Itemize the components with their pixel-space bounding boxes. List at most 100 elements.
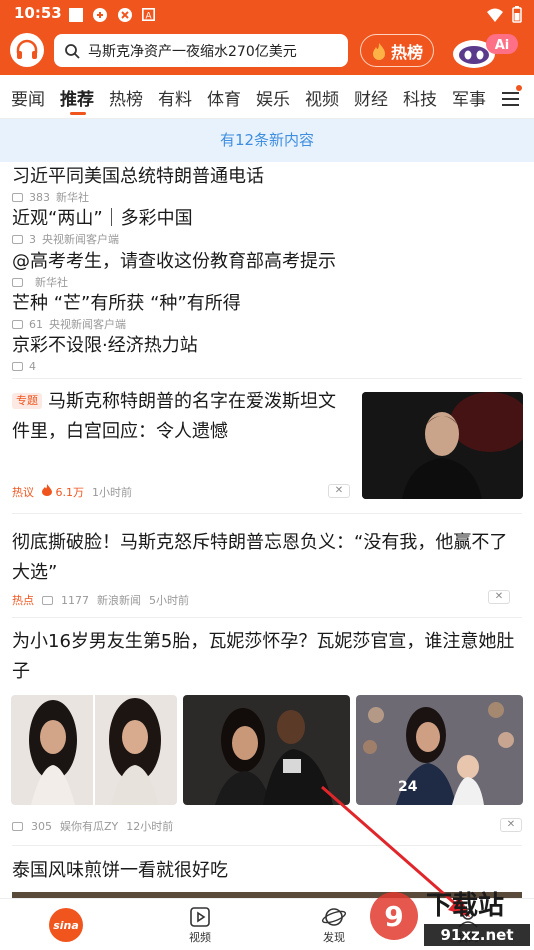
list-item[interactable]: 京彩不设限·经济热力站 4 [12,335,522,373]
notification-app2-icon [118,8,132,22]
heat-count: 6.1万 [55,486,85,499]
status-right-icons [486,6,522,23]
list-item[interactable]: @高考考生，请查收这份教育部高考提示 新华社 [12,251,522,289]
divider [12,378,522,379]
article-title[interactable]: 专题 马斯克称特朗普的名字在爱泼斯坦文件里，白宫回应：令人遗憾 [12,387,352,447]
comment-count: 383 [29,190,50,204]
watermark: 9 下载站 91xz.net [360,880,534,950]
active-tab-indicator [70,112,86,115]
hot-discuss-tag: 热议 [12,486,34,499]
search-icon [65,43,80,59]
notification-a-icon: A [142,8,155,21]
tab-video[interactable]: 视频 [305,85,339,110]
comment-count: 4 [29,359,36,373]
notification-square-icon [69,8,83,22]
article-title-text: 马斯克称特朗普的名字在爱泼斯坦文件里，白宫回应：令人遗憾 [12,391,336,442]
comment-icon [12,319,23,329]
headphone-icon [16,39,38,59]
ai-robot-icon: Ai [453,34,518,68]
article-title[interactable]: 彻底撕破脸！马斯克怒斥特朗普忘恩负义：“没有我，他赢不了大选” [12,528,522,588]
nav-video[interactable]: 视频 [170,905,230,945]
dislike-button[interactable]: ✕ [488,590,510,604]
comment-count: 1177 [61,593,89,607]
watermark-logo: 9 下载站 91xz.net [370,891,530,946]
svg-text:A: A [145,12,152,21]
flame-icon [372,42,385,60]
article-image-3[interactable]: 24 [356,695,523,805]
hot-tag: 热点 [12,594,34,607]
publish-time: 1小时前 [92,486,132,499]
special-topic-tag: 专题 [12,393,42,409]
article-meta: 热议 6.1万 1小时前 [12,484,132,500]
item-source: 新华社 [56,191,89,204]
channel-tabs: 要闻 推荐 热榜 有料 体育 娱乐 视频 财经 科技 军事 [0,75,534,119]
tab-tech[interactable]: 科技 [403,85,437,110]
article-image-1[interactable] [11,695,177,805]
search-row: 马斯克净资产一夜缩水270亿美元 热榜 Ai [0,30,534,72]
tab-youliao[interactable]: 有料 [158,85,192,110]
portrait-image [362,392,523,499]
article-meta: 热点 1177 新浪新闻 5小时前 [12,592,189,608]
comment-count: 305 [31,819,52,833]
item-title: @高考考生，请查收这份教育部高考提示 [12,251,336,272]
item-title: 芒种 “芒”有所获 “种”有所得 [12,293,241,314]
watermark-url: 91xz.net [440,926,513,944]
item-title: 京彩不设限·经济热力站 [12,335,198,356]
list-item[interactable]: 习近平同美国总统特朗普通电话 383 新华社 [12,166,522,204]
article-title[interactable]: 为小16岁男友生第5胎，瓦妮莎怀孕？瓦妮莎官宣，谁注意她肚子 [12,627,522,687]
dislike-button[interactable]: ✕ [500,818,522,832]
comment-count: 61 [29,317,43,331]
nav-discover[interactable]: 发现 [304,905,364,945]
comment-count: 3 [29,232,36,246]
tab-military[interactable]: 军事 [452,85,486,110]
photo-stadium-family: 24 [356,695,523,805]
video-icon [190,907,210,927]
tab-recommend[interactable]: 推荐 [60,85,94,110]
sina-home-icon: sina [49,908,83,942]
tab-hot[interactable]: 热榜 [109,85,143,110]
status-time: 10:53 [14,4,62,22]
notification-app-icon [93,8,107,22]
item-source: 娱你有瓜ZY [60,820,119,833]
headphone-button[interactable] [10,33,44,67]
ai-assistant-button[interactable]: Ai [448,30,522,70]
item-source: 新浪新闻 [97,594,141,607]
heat-value: 6.1万 [42,484,84,500]
hot-list-button[interactable]: 热榜 [360,34,434,67]
menu-icon [502,92,519,94]
comment-icon [42,595,53,605]
divider [12,513,522,514]
article-thumbnail[interactable] [362,392,523,499]
comment-icon [12,277,23,287]
list-item[interactable]: 芒种 “芒”有所获 “种”有所得 61 央视新闻客户端 [12,293,522,331]
nav-home[interactable]: sina [36,907,96,946]
list-item[interactable]: 近观“两山”｜多彩中国 3 央视新闻客户端 [12,208,522,246]
tab-entertainment[interactable]: 娱乐 [256,85,290,110]
planet-icon [321,908,347,926]
item-title: 近观“两山”｜多彩中国 [12,208,193,229]
comment-icon [12,361,23,371]
item-source: 央视新闻客户端 [42,233,119,246]
dislike-button[interactable]: ✕ [328,484,350,498]
publish-time: 5小时前 [149,594,189,607]
tab-sports[interactable]: 体育 [207,85,241,110]
channel-menu-button[interactable] [496,83,526,111]
top-header: 10:53 A 马斯克净资产一夜缩水270亿美元 热榜 Ai [0,0,534,75]
comment-icon [12,234,23,244]
wifi-icon [487,8,503,22]
nav-discover-label: 发现 [323,931,345,944]
status-bar: 10:53 A [0,0,534,28]
comment-icon [12,192,23,202]
search-query: 马斯克净资产一夜缩水270亿美元 [88,43,297,60]
home-label: sina [53,919,79,932]
ai-badge-label: Ai [495,38,510,53]
tab-finance[interactable]: 财经 [354,85,388,110]
divider [12,845,522,846]
divider [12,617,522,618]
menu-red-dot [516,85,522,91]
tab-yaowen[interactable]: 要闻 [11,85,45,110]
search-box[interactable]: 马斯克净资产一夜缩水270亿美元 [54,34,348,67]
photo-two-women [11,695,177,805]
article-image-2[interactable] [183,695,350,805]
new-content-notice[interactable]: 有12条新内容 [0,119,534,162]
